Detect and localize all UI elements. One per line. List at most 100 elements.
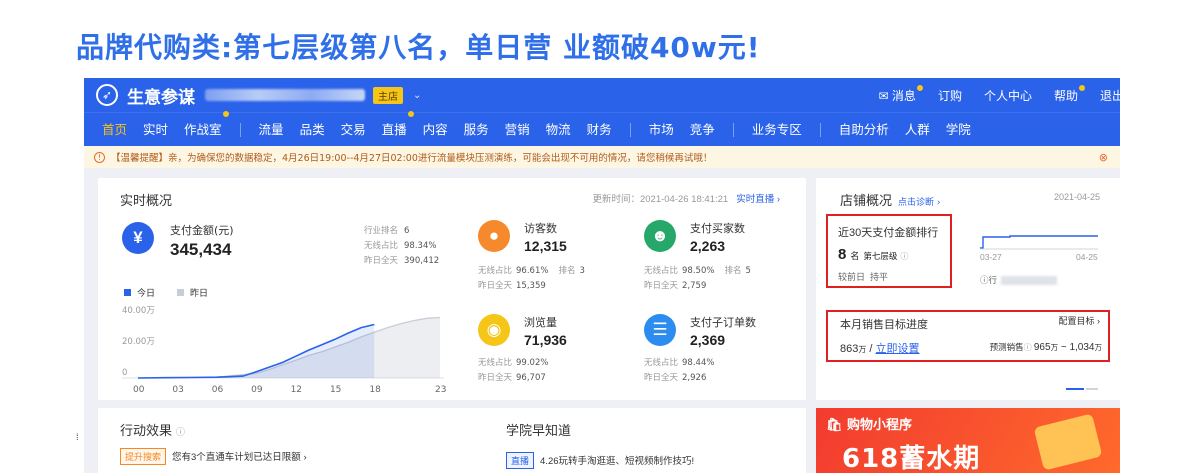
x-tick-label: 03	[172, 385, 183, 394]
carousel-dot-active[interactable]	[1066, 388, 1084, 390]
x-tick-label: 12	[291, 385, 302, 394]
metric-buyers: ☻ 支付买家数 2,263 无线占比 98.50% 排名 5 昨日全天 2,759	[644, 220, 794, 300]
shop-title: 店铺概况 点击诊断 ›	[840, 194, 941, 209]
y-tick-label: 20.00万	[122, 337, 155, 347]
metric-label: 浏览量	[524, 316, 557, 329]
edge-marks: ⁞	[76, 432, 79, 442]
diagnose-link[interactable]: 点击诊断 ›	[898, 198, 940, 208]
pay-amount-label: 支付金额(元)	[170, 224, 234, 237]
nav-service[interactable]: 服务	[464, 113, 489, 147]
industry-rank: 行业排名 6	[364, 226, 410, 236]
screenshot-frame: ➶ 生意参谋 主店 ⌄ ✉ 消息 订购 个人中心 帮助 退出 首页 实时 作战室…	[84, 78, 1120, 473]
metric-wireless: 无线占比 98.44%	[644, 358, 715, 368]
x-tick-label: 15	[330, 385, 341, 394]
nav-self-analysis[interactable]: 自助分析	[839, 113, 889, 147]
nav-compete[interactable]: 竞争	[690, 113, 715, 147]
x-tick-label: 09	[251, 385, 263, 394]
forecast: 预测销售ⓘ 965万 ~ 1,034万	[989, 342, 1102, 353]
chevron-down-icon[interactable]: ⌄	[413, 90, 421, 101]
live-link[interactable]: 实时直播 ›	[736, 194, 780, 205]
metric-wireless: 无线占比 96.61% 排名 3	[478, 266, 585, 276]
promo-big-text: 618蓄水期	[842, 444, 981, 473]
yesterday-total: 昨日全天 390,412	[364, 256, 440, 266]
notify-dot-icon	[916, 84, 923, 91]
nav-divider	[819, 122, 821, 137]
pay-amount-icon: ¥	[122, 222, 154, 254]
legend-today: 今日	[137, 288, 156, 298]
redacted-value	[1001, 275, 1058, 285]
nav-marketing[interactable]: 营销	[505, 113, 530, 147]
nav-traffic[interactable]: 流量	[259, 113, 284, 147]
nav-crowd[interactable]: 人群	[905, 113, 930, 147]
metric-value: 12,315	[524, 238, 567, 254]
metric-wireless: 无线占比 99.02%	[478, 358, 549, 368]
nav-category[interactable]: 品类	[300, 113, 325, 147]
nav-divider	[732, 122, 734, 137]
notify-dot-icon	[222, 110, 229, 117]
nav-market[interactable]: 市场	[649, 113, 674, 147]
series-today-area	[138, 324, 375, 378]
carousel-dot[interactable]	[1086, 388, 1098, 390]
notify-dot-icon	[1078, 84, 1085, 91]
notice-text: 【温馨提醒】亲，为确保您的数据稳定，4月26日19:00--4月27日02:00…	[111, 153, 713, 164]
top-links: ✉ 消息 订购 个人中心 帮助 退出	[857, 78, 1120, 112]
nav-business-zone[interactable]: 业务专区	[752, 113, 802, 147]
academy-tag: 直播	[506, 452, 535, 469]
promo-title: 🛍 购物小程序	[826, 418, 913, 433]
top-link-logout[interactable]: 退出	[1100, 87, 1120, 104]
main-nav: 首页 实时 作战室 流量 品类 交易 直播 内容 服务 营销 物流 财务 市场 …	[84, 110, 1120, 147]
nav-logistics[interactable]: 物流	[546, 113, 571, 147]
order-icon: ☰	[644, 314, 676, 346]
warning-icon: !	[94, 151, 105, 163]
shop-badge: 主店	[373, 86, 403, 104]
realtime-chart: 40.00万20.00万000 03 06 09 12 15 18 23	[122, 306, 446, 394]
notice-bar: ! 【温馨提醒】亲，为确保您的数据稳定，4月26日19:00--4月27日02:…	[84, 146, 1120, 168]
metric-visitors: ● 访客数 12,315 无线占比 96.61% 排名 3 昨日全天 15,359	[478, 220, 628, 300]
top-link-subscribe[interactable]: 订购	[938, 87, 962, 104]
metric-label: 支付买家数	[690, 222, 745, 235]
action-effect-panel: 行动效果 ⓘ 提升搜索 您有3个直通车计划已达日限额 › 学院早知道 直播 4.26玩…	[98, 408, 806, 473]
nav-warroom[interactable]: 作战室	[184, 110, 229, 147]
shop-date: 2021-04-25	[1053, 192, 1100, 202]
promo-banner[interactable]: 🛍 购物小程序 618蓄水期	[816, 408, 1120, 473]
top-link-messages[interactable]: ✉ 消息	[879, 84, 923, 104]
nav-home[interactable]: 首页	[102, 113, 127, 147]
industry-note: ⓘ 行	[980, 274, 1058, 286]
nav-divider	[239, 122, 241, 137]
headline: 品牌代购类:第七层级第八名，单日营 业额破40w元!	[76, 31, 761, 64]
nav-content[interactable]: 内容	[423, 113, 448, 147]
metric-wireless: 无线占比 98.50% 排名 5	[644, 266, 751, 276]
rank-sparkline	[980, 235, 1098, 250]
nav-trade[interactable]: 交易	[341, 113, 366, 147]
action-tag: 提升搜索	[120, 448, 167, 465]
metric-yesterday: 昨日全天 2,759	[644, 281, 707, 291]
target-progress: 863万 / 立即设置	[840, 343, 920, 355]
metric-yesterday: 昨日全天 15,359	[478, 281, 546, 291]
update-time: 更新时间：2021-04-26 18:41:21 实时直播 ›	[592, 194, 780, 205]
nav-live[interactable]: 直播	[382, 110, 414, 147]
x-tick-label: 00	[133, 385, 145, 394]
config-target-link[interactable]: 配置目标 ›	[1059, 314, 1101, 327]
notify-dot-icon	[407, 110, 414, 117]
close-icon[interactable]: ⊗	[1099, 151, 1108, 164]
users-icon: ☻	[644, 220, 676, 252]
metric-label: 访客数	[524, 222, 557, 235]
rank-compare: 较前日 持平	[838, 272, 889, 282]
top-link-personal[interactable]: 个人中心	[984, 87, 1032, 104]
set-now-link[interactable]: 立即设置	[876, 343, 920, 355]
metric-value: 2,369	[690, 332, 726, 348]
metric-label: 支付子订单数	[690, 316, 756, 329]
legend-swatch-yesterday	[177, 289, 185, 296]
target-title: 本月销售目标进度	[840, 319, 928, 331]
action-item[interactable]: 提升搜索 您有3个直通车计划已达日限额 ›	[120, 448, 307, 465]
top-link-help[interactable]: 帮助	[1054, 84, 1085, 104]
academy-item[interactable]: 直播 4.26玩转手淘逛逛、短视频制作技巧!	[506, 452, 694, 469]
metric-pageviews: ◉ 浏览量 71,936 无线占比 99.02% 昨日全天 96,707	[478, 314, 628, 394]
wireless-share: 无线占比 98.34%	[364, 241, 437, 251]
nav-academy[interactable]: 学院	[946, 113, 971, 147]
metric-value: 71,936	[524, 332, 567, 348]
pay-amount-value: 345,434	[170, 240, 232, 259]
nav-realtime[interactable]: 实时	[143, 113, 168, 147]
nav-finance[interactable]: 财务	[587, 113, 612, 147]
x-tick-label: 18	[369, 385, 381, 394]
